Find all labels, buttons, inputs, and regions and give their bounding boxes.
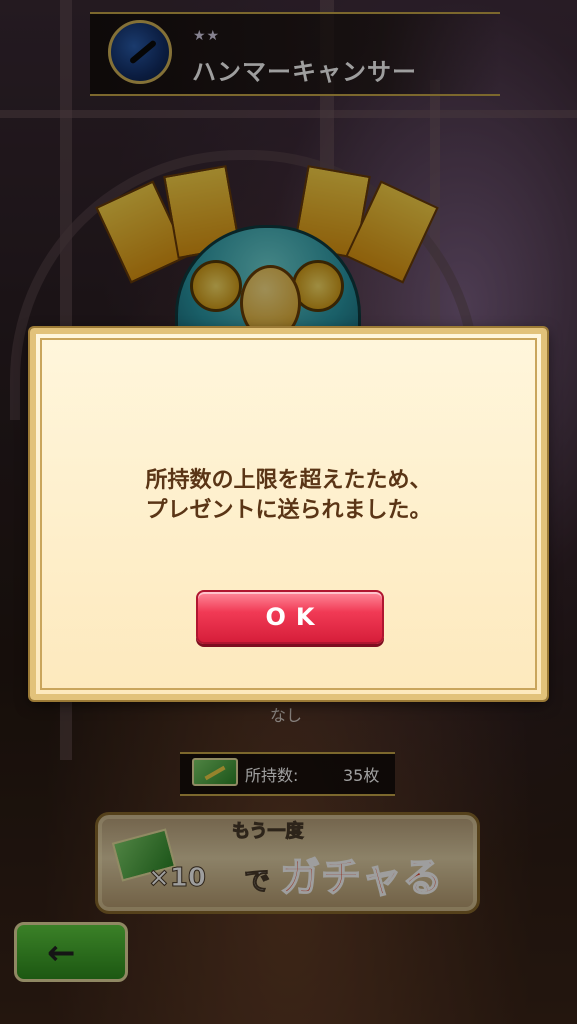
dialog-message: 所持数の上限を超えたため、 プレゼントに送られました。 <box>145 468 432 523</box>
ok-button[interactable]: OK <box>196 590 384 644</box>
notice-dialog: 所持数の上限を超えたため、 プレゼントに送られました。 OK <box>30 328 547 700</box>
